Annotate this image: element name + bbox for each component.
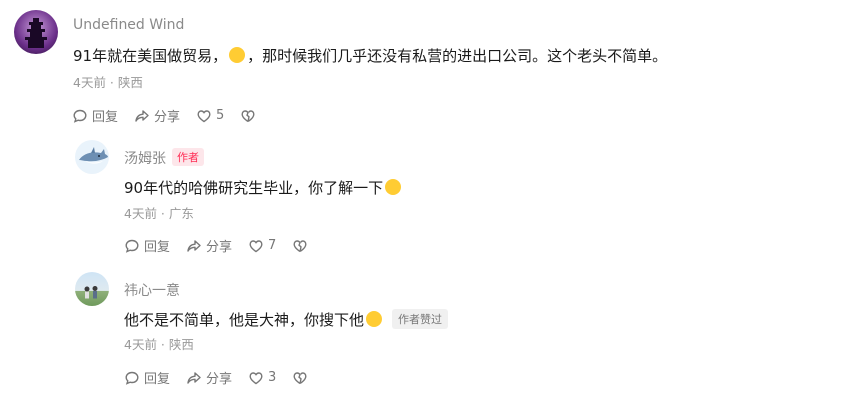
reply-button[interactable]: 回复 — [124, 236, 170, 255]
author-liked-badge: 作者赞过 — [392, 309, 449, 329]
like-count: 3 — [268, 370, 277, 385]
commenter-name: 汤姆张 作者 — [124, 148, 204, 168]
share-button[interactable]: 分享 — [134, 106, 180, 125]
share-icon — [187, 239, 201, 252]
broken-heart-icon — [293, 239, 307, 252]
share-button[interactable]: 分享 — [186, 236, 232, 255]
share-icon — [135, 109, 149, 122]
commenter-name[interactable]: Undefined Wind — [73, 17, 184, 33]
share-label: 分享 — [206, 240, 233, 255]
heart-icon — [249, 371, 263, 384]
comment-1: Undefined Wind 91年就在美国做贸易， ，那时候我们几乎还没有私营的… — [0, 0, 867, 130]
reply-icon — [73, 109, 87, 123]
avatar[interactable] — [75, 272, 109, 306]
like-count: 7 — [268, 238, 277, 253]
comment-meta: 4天前 · 陕西 — [124, 337, 194, 352]
commenter-name-text[interactable]: 汤姆张 — [124, 151, 166, 167]
broken-heart-icon — [241, 109, 255, 122]
heart-icon — [249, 239, 263, 252]
like-button[interactable]: 3 — [248, 370, 276, 386]
pagoda-icon — [25, 18, 47, 48]
comment-text-part: 91年就在美国做贸易， — [73, 47, 228, 65]
comment-actions: 回复 分享 5 — [72, 106, 256, 125]
comment-actions: 回复 分享 7 — [124, 236, 308, 255]
reply-1: 汤姆张 作者 90年代的哈佛研究生毕业，你了解一下 4天前 · 广东 回复 分享 … — [0, 130, 867, 260]
comment-text: 91年就在美国做贸易， ，那时候我们几乎还没有私营的进出口公司。这个老头不简单。 — [73, 45, 667, 66]
like-count: 5 — [216, 108, 225, 123]
reply-label: 回复 — [144, 372, 171, 387]
broken-heart-icon — [293, 371, 307, 384]
comment-text-part: 90年代的哈佛研究生毕业，你了解一下 — [124, 179, 384, 197]
reply-2: 祎心一意 他不是不简单，他是大神，你搜下他 作者赞过 4天前 · 陕西 回复 分享… — [0, 262, 867, 402]
reply-icon — [125, 371, 139, 385]
reply-button[interactable]: 回复 — [124, 368, 170, 387]
dislike-button[interactable] — [240, 108, 256, 124]
dislike-button[interactable] — [292, 370, 308, 386]
comment-text: 90年代的哈佛研究生毕业，你了解一下 — [124, 177, 403, 198]
dislike-button[interactable] — [292, 238, 308, 254]
share-button[interactable]: 分享 — [186, 368, 232, 387]
reply-icon — [125, 239, 139, 253]
avatar[interactable] — [14, 10, 58, 54]
comment-meta: 4天前 · 广东 — [124, 206, 194, 221]
shark-icon — [79, 147, 108, 164]
smiling-emoji-icon — [385, 179, 402, 195]
share-label: 分享 — [154, 110, 181, 125]
heart-icon — [197, 109, 211, 122]
laughing-tears-emoji-icon — [229, 47, 246, 63]
comment-text: 他不是不简单，他是大神，你搜下他 作者赞过 — [124, 309, 449, 330]
reply-label: 回复 — [92, 110, 119, 125]
share-label: 分享 — [206, 372, 233, 387]
share-icon — [187, 371, 201, 384]
comment-actions: 回复 分享 3 — [124, 368, 308, 387]
avatar[interactable] — [75, 140, 109, 174]
like-button[interactable]: 7 — [248, 238, 276, 254]
comment-text-part: 他不是不简单，他是大神，你搜下他 — [124, 311, 365, 329]
thinking-emoji-icon — [366, 311, 383, 327]
like-button[interactable]: 5 — [196, 108, 224, 124]
comment-text-part: ，那时候我们几乎还没有私营的进出口公司。这个老头不简单。 — [247, 47, 668, 65]
author-badge: 作者 — [172, 148, 204, 166]
commenter-name[interactable]: 祎心一意 — [124, 280, 180, 300]
reply-button[interactable]: 回复 — [72, 106, 118, 125]
comment-meta: 4天前 · 陕西 — [73, 75, 143, 90]
people-photo-icon — [84, 286, 98, 299]
reply-label: 回复 — [144, 240, 171, 255]
